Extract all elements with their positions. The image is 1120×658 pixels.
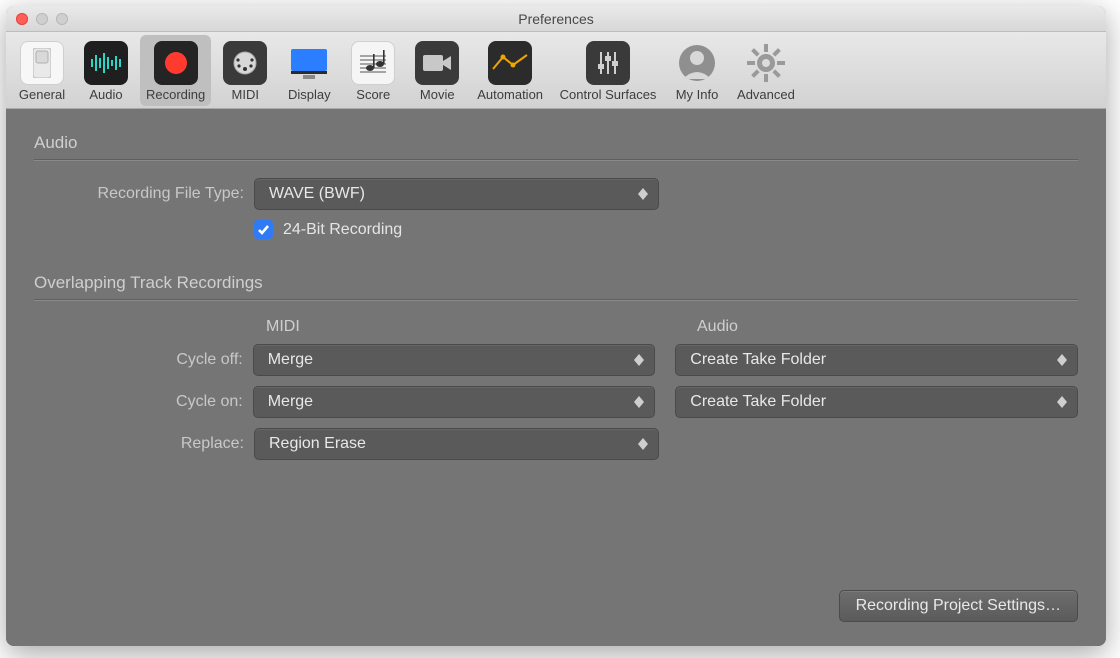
- file-type-select[interactable]: WAVE (BWF): [254, 178, 659, 210]
- stepper-icon: [1053, 350, 1071, 370]
- audio-column-header: Audio: [697, 318, 738, 336]
- preferences-window: Preferences General Audio Recording: [6, 6, 1106, 646]
- cycle-on-midi-select[interactable]: Merge: [253, 386, 656, 418]
- tab-label: Control Surfaces: [560, 87, 657, 102]
- tab-midi[interactable]: MIDI: [215, 35, 275, 106]
- cycle-on-audio-value: Create Take Folder: [690, 393, 826, 411]
- file-type-label: Recording File Type:: [34, 185, 254, 203]
- stepper-icon: [630, 350, 648, 370]
- automation-icon: [488, 41, 532, 85]
- bit24-label: 24-Bit Recording: [283, 221, 402, 239]
- sliders-icon: [586, 41, 630, 85]
- tab-label: Recording: [146, 87, 205, 102]
- replace-select[interactable]: Region Erase: [254, 428, 659, 460]
- replace-value: Region Erase: [269, 435, 366, 453]
- tab-recording[interactable]: Recording: [140, 35, 211, 106]
- tab-label: My Info: [676, 87, 719, 102]
- bit24-checkbox[interactable]: [254, 220, 273, 239]
- audio-heading: Audio: [34, 133, 1078, 153]
- cycle-off-audio-value: Create Take Folder: [690, 351, 826, 369]
- window-title: Preferences: [6, 11, 1106, 27]
- tab-label: Automation: [477, 87, 543, 102]
- divider: [34, 159, 1078, 160]
- cycle-off-midi-select[interactable]: Merge: [253, 344, 656, 376]
- midi-column-header: MIDI: [266, 318, 671, 336]
- cycle-off-label: Cycle off:: [34, 351, 253, 369]
- preferences-body: Audio Recording File Type: WAVE (BWF) 24…: [6, 109, 1106, 646]
- midi-icon: [223, 41, 267, 85]
- tab-display[interactable]: Display: [279, 35, 339, 106]
- tab-label: Score: [356, 87, 390, 102]
- stepper-icon: [630, 392, 648, 412]
- record-icon: [154, 41, 198, 85]
- stepper-icon: [1053, 392, 1071, 412]
- tab-label: Display: [288, 87, 331, 102]
- tab-label: General: [19, 87, 65, 102]
- tab-advanced[interactable]: Advanced: [731, 35, 801, 106]
- tab-automation[interactable]: Automation: [471, 35, 549, 106]
- tab-audio[interactable]: Audio: [76, 35, 136, 106]
- replace-label: Replace:: [34, 435, 254, 453]
- titlebar: Preferences: [6, 6, 1106, 32]
- cycle-off-midi-value: Merge: [268, 351, 313, 369]
- file-type-value: WAVE (BWF): [269, 185, 365, 203]
- switch-icon: [20, 41, 64, 85]
- tab-label: Advanced: [737, 87, 795, 102]
- toolbar: General Audio Recording MIDI Display: [6, 32, 1106, 109]
- overlap-heading: Overlapping Track Recordings: [34, 273, 1078, 293]
- user-icon: [675, 41, 719, 85]
- divider: [34, 299, 1078, 300]
- stepper-icon: [634, 434, 652, 454]
- cycle-on-audio-select[interactable]: Create Take Folder: [675, 386, 1078, 418]
- tab-movie[interactable]: Movie: [407, 35, 467, 106]
- tab-general[interactable]: General: [12, 35, 72, 106]
- tab-label: Movie: [420, 87, 455, 102]
- stepper-icon: [634, 184, 652, 204]
- tab-label: MIDI: [232, 87, 259, 102]
- display-icon: [287, 41, 331, 85]
- tab-my-info[interactable]: My Info: [667, 35, 727, 106]
- tab-score[interactable]: Score: [343, 35, 403, 106]
- score-icon: [351, 41, 395, 85]
- tab-label: Audio: [89, 87, 122, 102]
- cycle-off-audio-select[interactable]: Create Take Folder: [675, 344, 1078, 376]
- tab-control-surfaces[interactable]: Control Surfaces: [553, 35, 663, 106]
- recording-project-settings-button[interactable]: Recording Project Settings…: [839, 590, 1078, 622]
- movie-icon: [415, 41, 459, 85]
- cycle-on-label: Cycle on:: [34, 393, 253, 411]
- cycle-on-midi-value: Merge: [268, 393, 313, 411]
- gear-icon: [744, 41, 788, 85]
- waveform-icon: [84, 41, 128, 85]
